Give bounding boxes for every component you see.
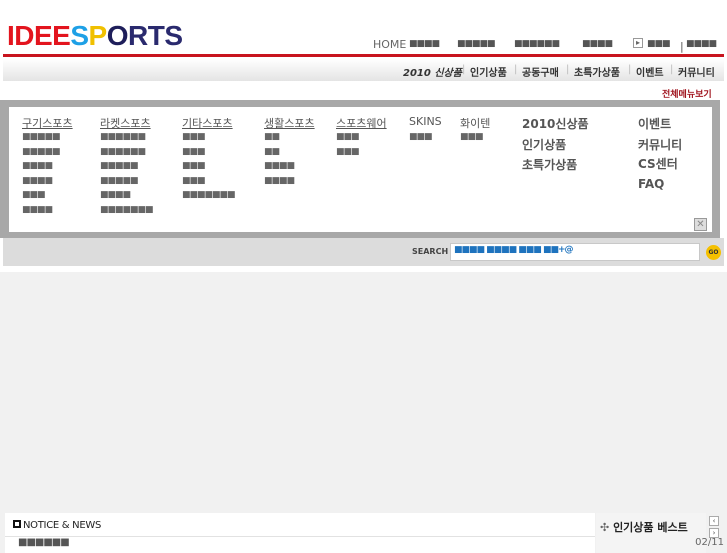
search-input[interactable]: ■■■■ ■■■■ ■■■ ■■+@ <box>450 243 700 261</box>
util-link[interactable]: ■■■■ <box>409 39 440 49</box>
menu-column: 구기스포츠 ■■■■■ ■■■■■ ■■■■ ■■■■ ■■■ ■■■■ <box>22 115 73 217</box>
separator: | <box>680 40 684 53</box>
menu-subitem[interactable]: ■■■■ <box>100 188 153 203</box>
search-label: SEARCH <box>412 247 449 256</box>
featured-link[interactable]: 인기상품 <box>522 136 566 153</box>
logo[interactable]: IDEESPORTS <box>7 20 183 52</box>
all-menu-link[interactable]: 전체메뉴보기 <box>662 87 712 100</box>
menu-subitem[interactable]: ■■■ <box>336 145 387 160</box>
menu-category[interactable]: 화이텐 <box>460 115 490 130</box>
nav-popular[interactable]: 인기상품 <box>470 64 507 79</box>
menu-subitem[interactable]: ■■■■■■ <box>100 145 153 160</box>
divider <box>3 54 724 57</box>
menu-category[interactable]: 라켓스포츠 <box>100 115 153 130</box>
menu-subitem[interactable]: ■■■■■■ <box>100 130 153 145</box>
menu-column: 스포츠웨어 ■■■ ■■■ <box>336 115 387 159</box>
close-icon[interactable]: ✕ <box>694 218 707 231</box>
menu-category[interactable]: 생활스포츠 <box>264 115 315 130</box>
menu-category[interactable]: SKINS <box>409 115 442 129</box>
menu-subitem[interactable]: ■■■■ <box>22 203 73 218</box>
menu-subitem[interactable]: ■■■ <box>460 130 490 145</box>
nav-special[interactable]: 초특가상품 <box>574 64 620 79</box>
main-nav: 2010 신상품 | 인기상품 | 공동구매 | 초특가상품 | 이벤트 | 커… <box>3 59 724 81</box>
menu-subitem[interactable]: ■■■■■ <box>22 145 73 160</box>
menu-column: 기타스포츠 ■■■ ■■■ ■■■ ■■■ ■■■■■■■ <box>182 115 236 203</box>
util-link[interactable]: ■■■■ <box>686 39 717 49</box>
nav-event[interactable]: 이벤트 <box>636 64 664 79</box>
menu-subitem[interactable]: ■■■■■ <box>100 159 153 174</box>
menu-subitem[interactable]: ■■■ <box>182 159 235 174</box>
menu-column: 생활스포츠 ■■ ■■ ■■■■ ■■■■ <box>264 115 315 188</box>
featured-link[interactable]: 2010신상품 <box>522 115 589 132</box>
menu-link[interactable]: CS센터 <box>638 155 678 172</box>
menu-subitem[interactable]: ■■ <box>264 145 315 160</box>
best-title: 인기상품 베스트 <box>613 521 688 534</box>
menu-subitem[interactable]: ■■■ <box>182 145 235 160</box>
best-date: 02/11 <box>695 537 724 548</box>
menu-link[interactable]: FAQ <box>638 177 664 191</box>
menu-category[interactable]: 구기스포츠 <box>22 115 73 130</box>
menu-column: SKINS ■■■ <box>409 115 442 145</box>
plus-icon: ✣ <box>600 521 610 534</box>
menu-subitem[interactable]: ■■■■ <box>22 174 73 189</box>
play-icon: ▸ <box>633 38 643 48</box>
util-link[interactable]: ■■■■ <box>582 39 613 49</box>
menu-link[interactable]: 이벤트 <box>638 115 671 132</box>
menu-category[interactable]: 기타스포츠 <box>182 115 235 130</box>
square-icon <box>13 520 21 528</box>
menu-column: 라켓스포츠 ■■■■■■ ■■■■■■ ■■■■■ ■■■■■ ■■■■ ■■■■■■■ <box>100 115 154 218</box>
nav-new[interactable]: 2010 신상품 <box>403 64 462 79</box>
notice-item[interactable]: ■■■■■■ <box>18 537 70 548</box>
notice-title[interactable]: NOTICE & NEWS <box>23 520 101 531</box>
menu-category[interactable]: 스포츠웨어 <box>336 115 387 130</box>
util-link[interactable]: ■■■■■■ <box>514 39 560 49</box>
menu-subitem[interactable]: ■■■ <box>182 174 235 189</box>
menu-subitem[interactable]: ■■■ <box>182 130 235 145</box>
menu-subitem[interactable]: ■■■■ <box>264 159 315 174</box>
menu-subitem[interactable]: ■■■ <box>336 130 387 145</box>
featured-link[interactable]: 초특가상품 <box>522 156 577 173</box>
menu-subitem[interactable]: ■■ <box>264 130 315 145</box>
nav-group-buy[interactable]: 공동구매 <box>522 64 559 79</box>
all-menu-panel: 구기스포츠 ■■■■■ ■■■■■ ■■■■ ■■■■ ■■■ ■■■■ 라켓스포츠 ■■■■■… <box>0 100 720 238</box>
prev-arrow-icon[interactable]: ‹ <box>709 516 719 526</box>
next-arrow-icon[interactable]: › <box>709 528 719 538</box>
menu-subitem[interactable]: ■■■■ <box>22 159 73 174</box>
util-link[interactable]: ■■■ <box>647 39 670 49</box>
go-button[interactable]: GO <box>706 245 721 260</box>
menu-subitem[interactable]: ■■■■ <box>264 174 315 189</box>
notice-section: NOTICE & NEWS ■■■■■■ <box>5 513 595 553</box>
menu-subitem[interactable]: ■■■ <box>409 130 442 145</box>
menu-subitem[interactable]: ■■■■■■■ <box>100 203 154 218</box>
menu-subitem[interactable]: ■■■■■ <box>22 130 73 145</box>
nav-community[interactable]: 커뮤니티 <box>678 64 715 79</box>
menu-link[interactable]: 커뮤니티 <box>638 136 682 153</box>
home-link[interactable]: HOME <box>373 38 406 51</box>
search-bar: SEARCH ■■■■ ■■■■ ■■■ ■■+@ GO <box>3 238 724 266</box>
menu-column: 화이텐 ■■■ <box>460 115 490 145</box>
menu-subitem[interactable]: ■■■ <box>22 188 73 203</box>
best-section: ✣ 인기상품 베스트 02/11 <box>596 513 724 553</box>
menu-subitem[interactable]: ■■■■■ <box>100 174 153 189</box>
menu-subitem[interactable]: ■■■■■■■ <box>182 188 236 203</box>
util-link[interactable]: ■■■■■ <box>457 39 496 49</box>
